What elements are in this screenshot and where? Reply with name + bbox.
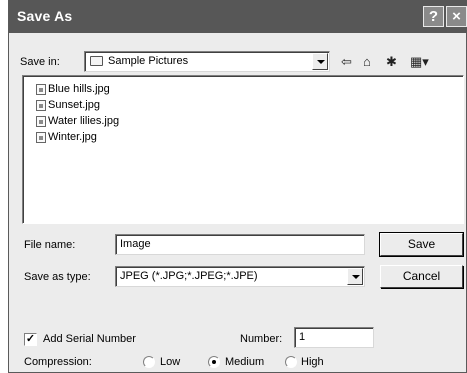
title-bar[interactable]: Save As ? × [9,0,467,33]
save-in-label: Save in: [20,56,60,68]
chevron-down-icon[interactable] [347,268,363,285]
compression-high-radio[interactable] [285,356,297,368]
file-item-name: Water lilies.jpg [48,115,120,127]
image-file-icon [36,84,46,95]
close-button[interactable]: × [446,6,467,27]
file-item-name: Blue hills.jpg [48,83,110,95]
image-file-icon [36,116,46,127]
image-file-icon [36,100,46,111]
file-item-name: Winter.jpg [48,131,97,143]
save-in-value: Sample Pictures [108,55,189,67]
new-folder-icon[interactable]: ✱ [386,55,397,68]
chevron-down-icon[interactable] [312,53,328,70]
file-name-value: Image [120,238,151,250]
number-field[interactable]: 1 [294,327,374,348]
cancel-button[interactable]: Cancel [380,265,463,288]
compression-medium-radio[interactable] [208,356,220,368]
file-name-label: File name: [24,239,76,251]
view-menu-icon[interactable]: ▦▾ [410,55,429,68]
folder-icon [90,56,103,66]
checkmark-icon: ✓ [25,333,36,345]
save-as-type-value: JPEG (*.JPG;*.JPEG;*.JPE) [120,270,258,282]
file-item-name: Sunset.jpg [48,99,100,111]
serial-number-label: Add Serial Number [43,333,136,345]
save-button[interactable]: Save [379,232,464,257]
save-as-type-label: Save as type: [24,271,91,283]
save-as-dialog: Save As ? × Save in: Sample Pictures ⇦ ⌂… [8,0,467,373]
file-name-field[interactable]: Image [115,234,365,255]
compression-low-label: Low [160,356,181,368]
serial-number-checkbox[interactable]: ✓ [24,333,37,346]
close-icon: × [452,8,461,25]
file-list[interactable]: Blue hills.jpg Sunset.jpg Water lilies.j… [22,75,464,224]
dialog-title: Save As [17,8,73,24]
compression-low-radio[interactable] [143,356,155,368]
compression-label: Compression: [24,356,92,368]
help-icon: ? [428,8,439,25]
save-as-type-combo[interactable]: JPEG (*.JPG;*.JPEG;*.JPE) [115,266,365,287]
image-file-icon [36,132,46,143]
number-value: 1 [299,331,306,343]
compression-high-label: High [301,356,324,368]
save-in-combo[interactable]: Sample Pictures [84,51,330,72]
compression-medium-label: Medium [225,356,265,368]
up-folder-icon[interactable]: ⌂ [363,55,371,68]
back-icon[interactable]: ⇦ [341,55,352,68]
help-button[interactable]: ? [423,6,444,27]
number-label: Number: [240,333,283,345]
